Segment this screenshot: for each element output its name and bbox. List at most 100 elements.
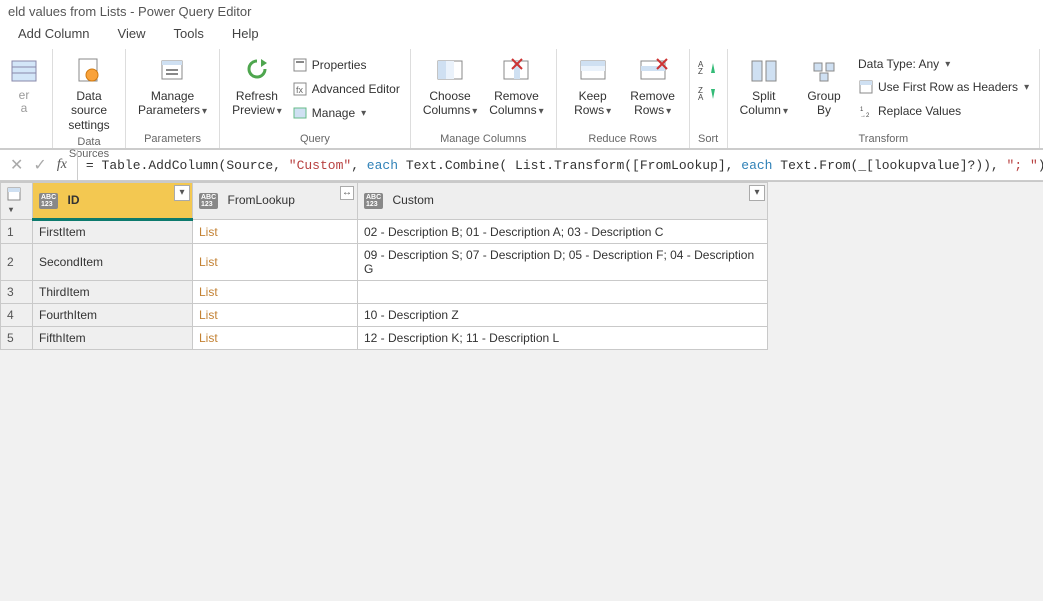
- split-column-button[interactable]: Split Column▾: [736, 53, 792, 120]
- fx-icon: fx: [57, 157, 67, 173]
- cell-id[interactable]: FifthItem: [33, 327, 193, 350]
- group-sort-label: Sort: [698, 131, 719, 148]
- sort-desc-button[interactable]: ZA: [698, 85, 718, 101]
- cell-id[interactable]: FirstItem: [33, 220, 193, 244]
- cell-custom[interactable]: [358, 281, 768, 304]
- table-row[interactable]: 3 ThirdItem List: [1, 281, 768, 304]
- cell-fromlookup[interactable]: List: [193, 281, 358, 304]
- table-row[interactable]: 4 FourthItem List 10 - Description Z: [1, 304, 768, 327]
- group-label-blank: [8, 131, 44, 148]
- column-header-fromlookup[interactable]: ABC123 FromLookup ↔: [193, 183, 358, 220]
- left-stub-line2: a: [21, 101, 28, 115]
- row-number: 1: [1, 220, 33, 244]
- advanced-editor-button[interactable]: fx Advanced Editor: [290, 79, 402, 99]
- cell-custom[interactable]: 02 - Description B; 01 - Description A; …: [358, 220, 768, 244]
- f-m1: ,: [351, 158, 367, 173]
- manage-icon: [292, 105, 308, 121]
- data-grid[interactable]: ▾ ABC123 ID ▾ ABC123 FromLookup ↔ ABC123…: [0, 182, 768, 350]
- f-kw1: each: [367, 158, 398, 173]
- table-row[interactable]: 5 FifthItem List 12 - Description K; 11 …: [1, 327, 768, 350]
- keep-rows-button[interactable]: Keep Rows▾: [565, 53, 621, 120]
- column-header-id[interactable]: ABC123 ID ▾: [33, 183, 193, 220]
- split-column-icon: [748, 55, 780, 87]
- row-number: 2: [1, 244, 33, 281]
- f-kw2: each: [741, 158, 772, 173]
- f-m3: Text.From(_[lookupvalue]?)),: [773, 158, 1007, 173]
- type-any-icon: ABC123: [39, 193, 58, 209]
- sort-desc-icon: ZA: [698, 85, 718, 101]
- refresh-preview-button[interactable]: Refresh Preview▾: [228, 53, 286, 120]
- data-source-settings-label: Data source settings: [65, 89, 113, 132]
- column-expand-fromlookup[interactable]: ↔: [340, 186, 354, 200]
- advanced-editor-label: Advanced Editor: [312, 82, 400, 96]
- choose-columns-button[interactable]: Choose Columns▾: [419, 53, 481, 120]
- f-str1: "Custom": [289, 158, 351, 173]
- cell-fromlookup[interactable]: List: [193, 327, 358, 350]
- manage-label: Manage: [312, 106, 355, 120]
- remove-columns-button[interactable]: Remove Columns▾: [485, 53, 547, 120]
- first-row-headers-label: Use First Row as Headers: [878, 80, 1018, 94]
- table-row[interactable]: 2 SecondItem List 09 - Description S; 07…: [1, 244, 768, 281]
- group-manage-columns-label: Manage Columns: [419, 131, 548, 148]
- sort-asc-button[interactable]: AZ: [698, 59, 718, 75]
- svg-text:fx: fx: [296, 85, 304, 95]
- column-filter-id[interactable]: ▾: [174, 185, 190, 201]
- gear-doc-icon: [73, 55, 105, 87]
- left-cut-button[interactable]: er a: [8, 53, 44, 117]
- column-header-fromlookup-label: FromLookup: [228, 193, 295, 207]
- column-filter-custom[interactable]: ▾: [749, 185, 765, 201]
- menu-help[interactable]: Help: [232, 26, 259, 41]
- group-transform-label: Transform: [736, 131, 1031, 148]
- formula-cancel-button[interactable]: ✕: [10, 155, 23, 175]
- data-source-settings-button[interactable]: Data source settings: [61, 53, 117, 134]
- table-corner-button[interactable]: ▾: [1, 183, 33, 220]
- remove-rows-icon: [637, 55, 669, 87]
- cell-custom[interactable]: 12 - Description K; 11 - Description L: [358, 327, 768, 350]
- cell-fromlookup[interactable]: List: [193, 304, 358, 327]
- table-icon: [8, 55, 40, 87]
- cell-fromlookup[interactable]: List: [193, 244, 358, 281]
- menu-bar: Add Column View Tools Help: [0, 23, 1043, 47]
- formula-commit-button[interactable]: ✓: [33, 155, 46, 175]
- parameters-icon: [157, 55, 189, 87]
- data-type-button[interactable]: Data Type: Any▾: [856, 55, 1031, 73]
- column-header-id-label: ID: [68, 193, 80, 207]
- menu-tools[interactable]: Tools: [174, 26, 204, 41]
- headers-icon: [858, 79, 874, 95]
- cell-id[interactable]: FourthItem: [33, 304, 193, 327]
- replace-values-button[interactable]: 1→2 Replace Values: [856, 101, 1031, 121]
- title-bar: eld values from Lists - Power Query Edit…: [0, 0, 1043, 23]
- row-number: 5: [1, 327, 33, 350]
- cell-custom[interactable]: 09 - Description S; 07 - Description D; …: [358, 244, 768, 281]
- cell-id[interactable]: SecondItem: [33, 244, 193, 281]
- type-any-icon-2: ABC123: [199, 193, 218, 209]
- menu-add-column[interactable]: Add Column: [18, 26, 90, 41]
- replace-icon: 1→2: [858, 103, 874, 119]
- svg-text:Z: Z: [698, 67, 703, 75]
- properties-label: Properties: [312, 58, 367, 72]
- remove-columns-icon: [500, 55, 532, 87]
- refresh-preview-label: Refresh Preview: [232, 89, 278, 117]
- column-header-custom[interactable]: ABC123 Custom ▾: [358, 183, 768, 220]
- manage-parameters-button[interactable]: Manage Parameters▾: [134, 53, 211, 120]
- manage-button[interactable]: Manage▾: [290, 103, 402, 123]
- keep-rows-label: Keep Rows: [574, 89, 607, 117]
- first-row-headers-button[interactable]: Use First Row as Headers▾: [856, 77, 1031, 97]
- group-reduce-rows-label: Reduce Rows: [565, 131, 681, 148]
- manage-parameters-label: Manage Parameters: [138, 89, 200, 117]
- formula-input[interactable]: = Table.AddColumn(Source, "Custom", each…: [78, 154, 1043, 177]
- cell-id[interactable]: ThirdItem: [33, 281, 193, 304]
- group-query-label: Query: [228, 131, 402, 148]
- group-by-button[interactable]: Group By: [796, 53, 852, 120]
- properties-button[interactable]: Properties: [290, 55, 402, 75]
- table-row[interactable]: 1 FirstItem List 02 - Description B; 01 …: [1, 220, 768, 244]
- f-pre: = Table.AddColumn(Source,: [86, 158, 289, 173]
- remove-rows-button[interactable]: Remove Rows▾: [625, 53, 681, 120]
- refresh-icon: [241, 55, 273, 87]
- cell-fromlookup[interactable]: List: [193, 220, 358, 244]
- cell-custom[interactable]: 10 - Description Z: [358, 304, 768, 327]
- formula-bar: ✕ ✓ fx = Table.AddColumn(Source, "Custom…: [0, 149, 1043, 181]
- menu-view[interactable]: View: [118, 26, 146, 41]
- type-any-icon-3: ABC123: [364, 193, 383, 209]
- column-header-custom-label: Custom: [393, 193, 434, 207]
